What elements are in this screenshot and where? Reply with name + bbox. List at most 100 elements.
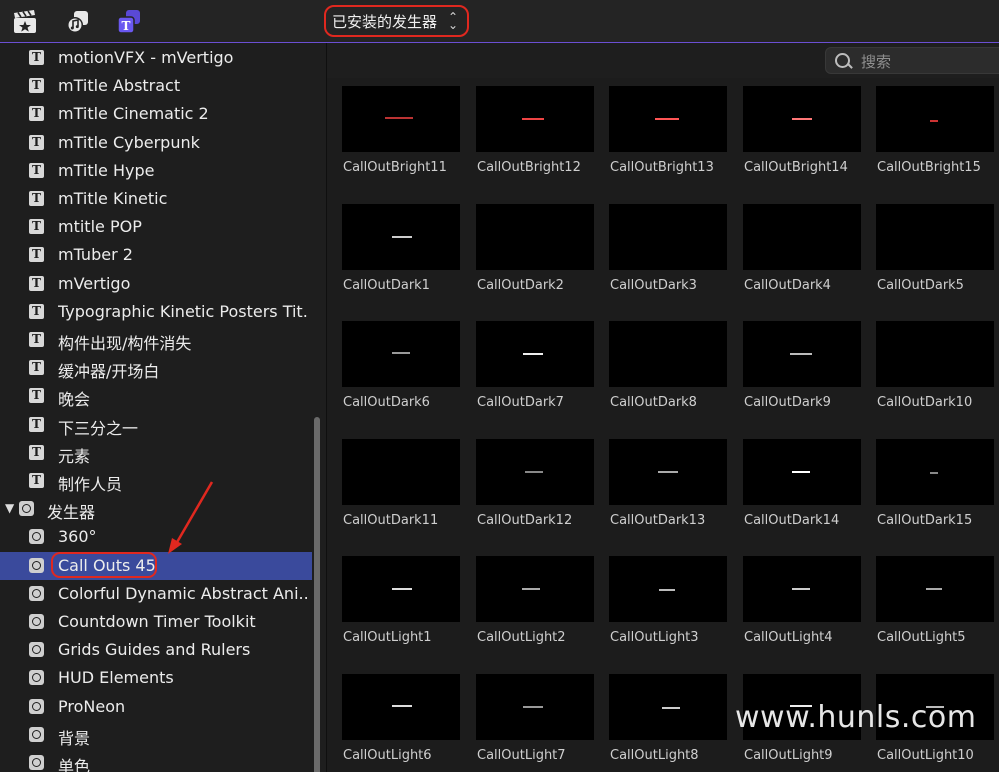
sidebar-item[interactable]: T 晚会	[0, 382, 312, 410]
clip-thumbnail[interactable]	[876, 439, 994, 505]
clip-tile[interactable]: CallOutDark1	[342, 204, 460, 293]
clip-thumbnail[interactable]	[876, 556, 994, 622]
clip-tile[interactable]: CallOutLight7	[476, 674, 594, 763]
sidebar-item-label: 背景	[58, 729, 91, 748]
clip-caption: CallOutDark12	[477, 513, 573, 528]
sidebar-item-label: 制作人员	[58, 475, 123, 494]
sidebar-group-generators[interactable]: ▼ 发生器	[0, 495, 312, 523]
clip-tile[interactable]: CallOutDark8	[609, 321, 727, 410]
sidebar-item[interactable]: 背景	[0, 721, 312, 749]
sidebar-item[interactable]: TmVertigo	[0, 270, 312, 298]
sidebar-item[interactable]: HUD Elements	[0, 664, 312, 692]
clip-thumbnail[interactable]	[342, 86, 460, 152]
clip-tile[interactable]: CallOutLight2	[476, 556, 594, 645]
clip-tile[interactable]: CallOutDark7	[476, 321, 594, 410]
sidebar-item[interactable]: TmTitle Hype	[0, 157, 312, 185]
sidebar-item[interactable]: T 下三分之一	[0, 411, 312, 439]
clip-thumbnail[interactable]	[609, 86, 727, 152]
clip-thumbnail[interactable]	[342, 674, 460, 740]
clip-tile[interactable]: CallOutDark11	[342, 439, 460, 528]
clip-tile[interactable]: CallOutLight5	[876, 556, 994, 645]
sidebar-item[interactable]: T 构件出现/构件消失	[0, 326, 312, 354]
clip-tile[interactable]: CallOutBright14	[743, 86, 861, 175]
sidebar-item[interactable]: TmTitle Cyberpunk	[0, 129, 312, 157]
clip-tile[interactable]: CallOutDark4	[743, 204, 861, 293]
clip-tile[interactable]: CallOutBright11	[342, 86, 460, 175]
search-field[interactable]	[825, 47, 999, 74]
sidebar-item[interactable]: ProNeon	[0, 693, 312, 721]
clip-thumbnail[interactable]	[342, 321, 460, 387]
sidebar-item[interactable]: 单色	[0, 749, 312, 772]
clip-tile[interactable]: CallOutDark9	[743, 321, 861, 410]
sidebar-item[interactable]: TmotionVFX - mVertigo	[0, 44, 312, 72]
clip-tile[interactable]: CallOutDark10	[876, 321, 994, 410]
clip-thumbnail[interactable]	[476, 556, 594, 622]
clip-tile[interactable]: CallOutDark2	[476, 204, 594, 293]
clip-tile[interactable]: CallOutBright12	[476, 86, 594, 175]
clip-thumbnail[interactable]	[476, 204, 594, 270]
sidebar-item[interactable]: Countdown Timer Toolkit	[0, 608, 312, 636]
clip-thumbnail[interactable]	[476, 439, 594, 505]
sidebar-item[interactable]: TmTitle Abstract	[0, 72, 312, 100]
clapper-star-icon[interactable]	[12, 9, 38, 35]
clip-tile[interactable]: CallOutDark13	[609, 439, 727, 528]
clip-tile[interactable]: CallOutLight4	[743, 556, 861, 645]
search-input[interactable]	[859, 51, 999, 73]
clip-thumbnail[interactable]	[876, 321, 994, 387]
sidebar-item[interactable]: Grids Guides and Rulers	[0, 636, 312, 664]
sidebar-item[interactable]: T 元素	[0, 439, 312, 467]
thumbnail-mark	[523, 353, 543, 355]
clip-thumbnail[interactable]	[342, 204, 460, 270]
titles-generators-icon[interactable]: T	[116, 9, 142, 35]
clip-thumbnail[interactable]	[609, 204, 727, 270]
sidebar-item-label: Typographic Kinetic Posters Tit...	[58, 302, 308, 321]
clip-tile[interactable]: CallOutBright15	[876, 86, 994, 175]
sidebar-item[interactable]: Colorful Dynamic Abstract Ani...	[0, 580, 312, 608]
clip-tile[interactable]: CallOutLight8	[609, 674, 727, 763]
sidebar-item[interactable]: TmTitle Cinematic 2	[0, 100, 312, 128]
clip-caption: CallOutDark8	[610, 395, 697, 410]
clip-thumbnail[interactable]	[342, 556, 460, 622]
clip-thumbnail[interactable]	[476, 674, 594, 740]
sidebar-item-label: mTitle Kinetic	[58, 189, 168, 208]
sidebar-item[interactable]: TmTuber 2	[0, 241, 312, 269]
sidebar-item[interactable]: 360°	[0, 523, 312, 551]
clip-thumbnail[interactable]	[876, 86, 994, 152]
clip-thumbnail[interactable]	[743, 204, 861, 270]
sidebar-item[interactable]: T 制作人员	[0, 467, 312, 495]
clip-thumbnail[interactable]	[476, 321, 594, 387]
clip-tile[interactable]: CallOutLight6	[342, 674, 460, 763]
clip-thumbnail[interactable]	[609, 321, 727, 387]
clip-thumbnail[interactable]	[876, 204, 994, 270]
clip-thumbnail[interactable]	[743, 86, 861, 152]
clip-tile[interactable]: CallOutDark14	[743, 439, 861, 528]
clip-tile[interactable]: CallOutDark15	[876, 439, 994, 528]
clip-tile[interactable]: CallOutBright13	[609, 86, 727, 175]
sidebar-item[interactable]: TmTitle Kinetic	[0, 185, 312, 213]
clip-thumbnail[interactable]	[743, 556, 861, 622]
library-source-select[interactable]: 已安装的发生器 ⌃ ⌄	[324, 5, 469, 37]
clip-tile[interactable]: CallOutDark6	[342, 321, 460, 410]
sidebar-item-selected[interactable]: Call Outs 45	[0, 552, 312, 580]
title-icon: T	[29, 247, 44, 262]
thumbnail-mark	[792, 588, 810, 590]
sidebar-item[interactable]: T 缓冲器/开场白	[0, 354, 312, 382]
clip-thumbnail[interactable]	[743, 439, 861, 505]
clip-thumbnail[interactable]	[609, 674, 727, 740]
sidebar-item[interactable]: Tmtitle POP	[0, 213, 312, 241]
clip-tile[interactable]: CallOutDark12	[476, 439, 594, 528]
sidebar-item-label: 360°	[58, 527, 97, 546]
clip-tile[interactable]: CallOutLight1	[342, 556, 460, 645]
disclosure-triangle-icon[interactable]: ▼	[5, 501, 14, 515]
sidebar-scrollbar[interactable]	[314, 417, 320, 772]
sidebar-item[interactable]: T Typographic Kinetic Posters Tit...	[0, 298, 312, 326]
clip-tile[interactable]: CallOutLight3	[609, 556, 727, 645]
clip-tile[interactable]: CallOutDark5	[876, 204, 994, 293]
clip-thumbnail[interactable]	[609, 439, 727, 505]
clip-thumbnail[interactable]	[342, 439, 460, 505]
clip-thumbnail[interactable]	[476, 86, 594, 152]
clip-tile[interactable]: CallOutDark3	[609, 204, 727, 293]
clip-thumbnail[interactable]	[743, 321, 861, 387]
music-photo-icon[interactable]	[65, 9, 91, 35]
clip-thumbnail[interactable]	[609, 556, 727, 622]
